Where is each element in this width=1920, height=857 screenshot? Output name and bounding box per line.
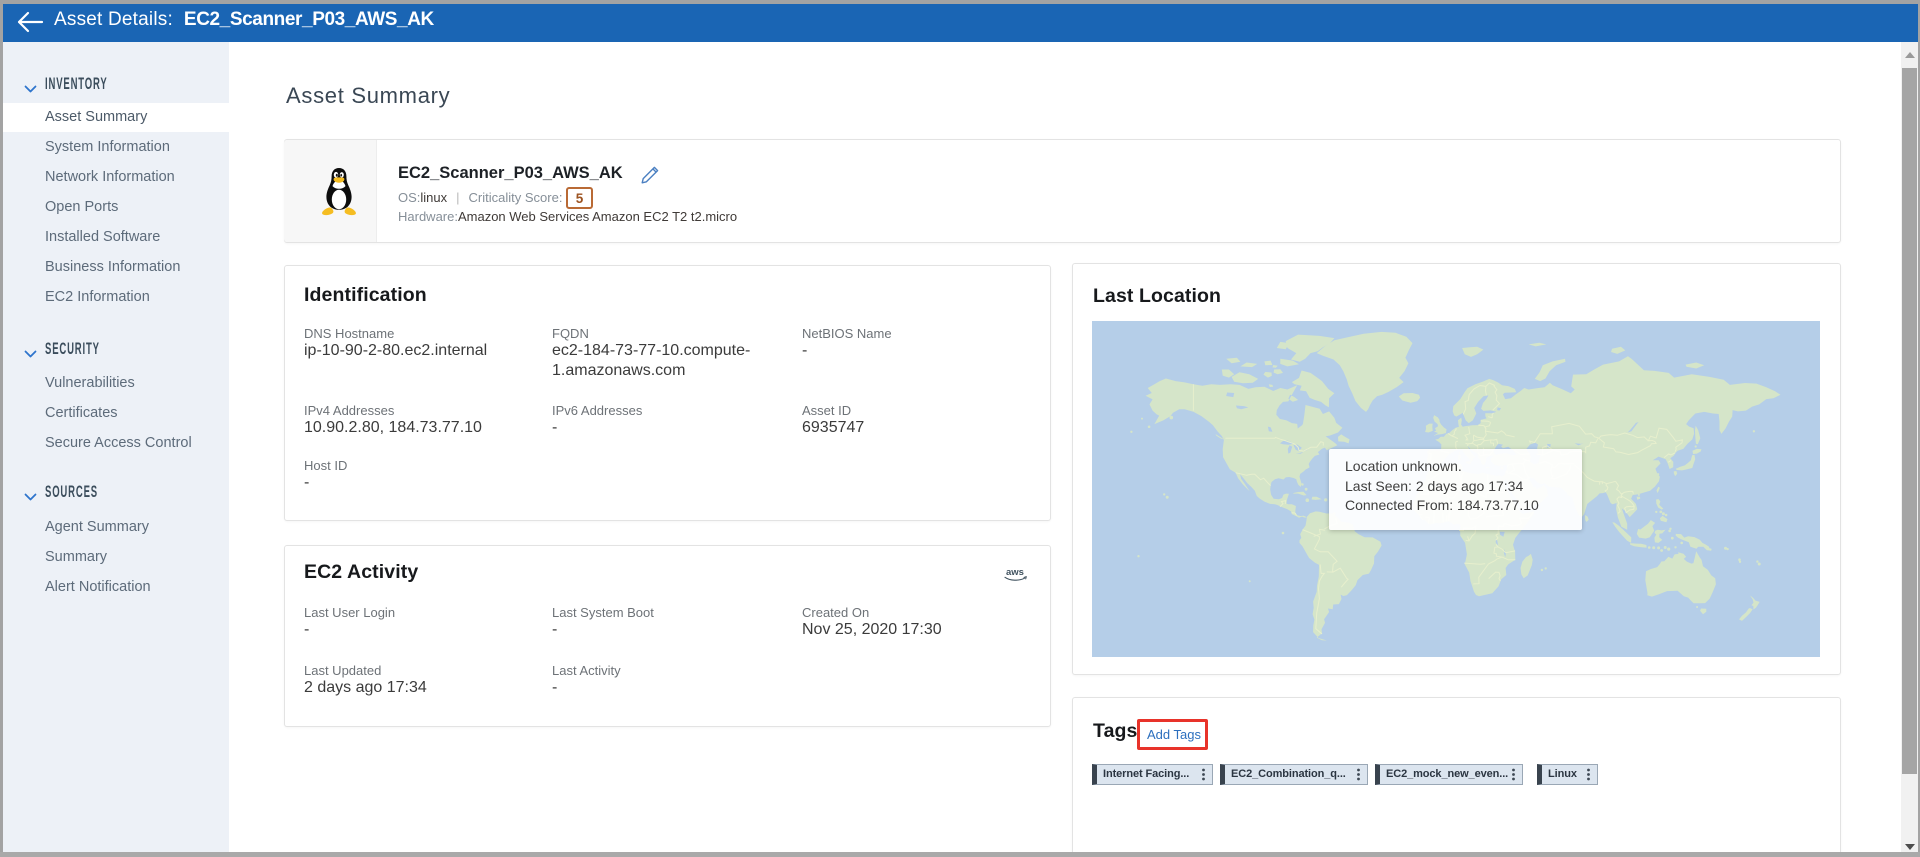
svg-text:aws: aws [1006,567,1024,578]
